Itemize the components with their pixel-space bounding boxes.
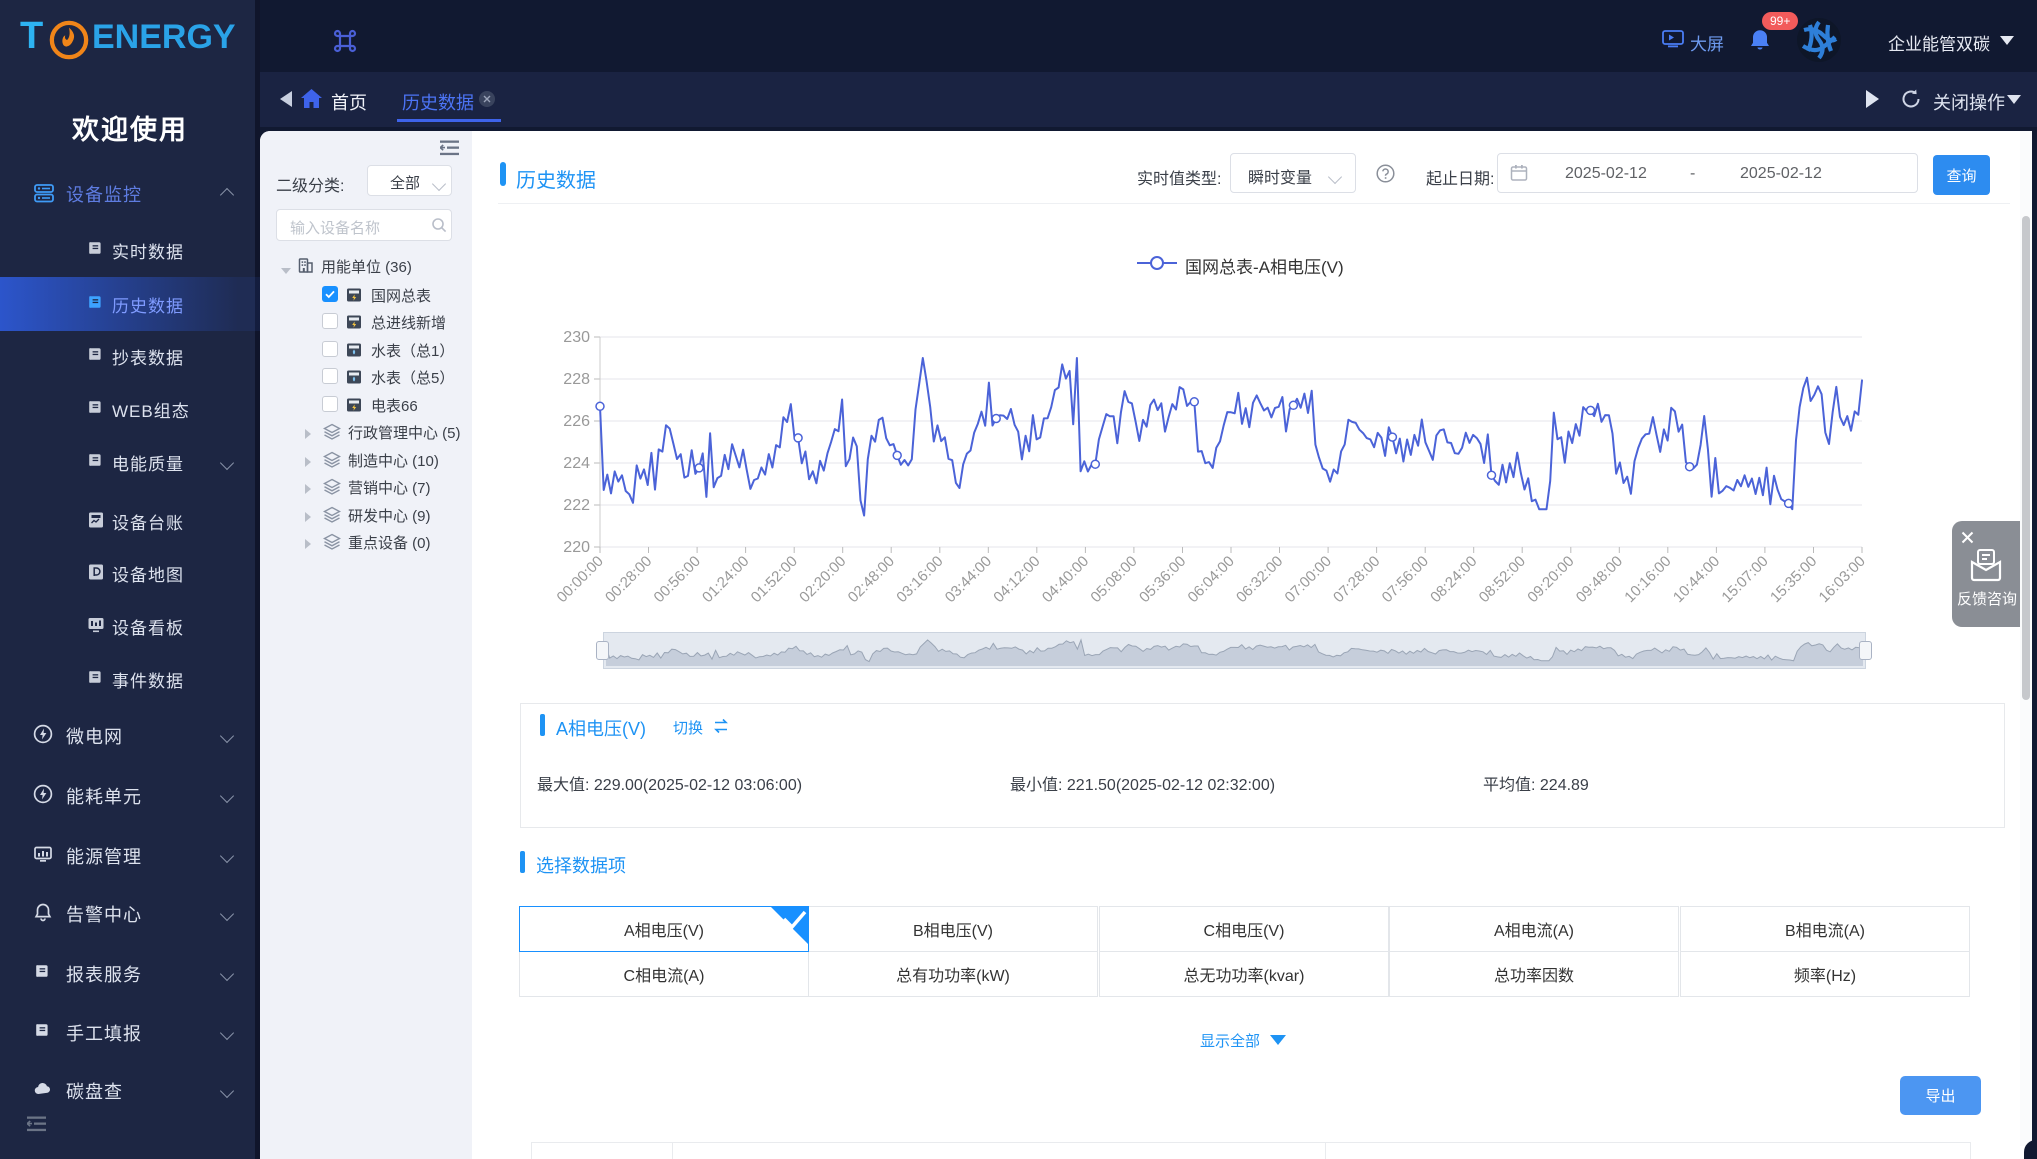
svg-text:222: 222: [563, 497, 590, 514]
svg-text:04:12:00: 04:12:00: [990, 553, 1043, 606]
svg-text:00:00:00: 00:00:00: [554, 553, 607, 606]
svg-text:05:36:00: 05:36:00: [1136, 553, 1189, 606]
svg-text:16:03:00: 16:03:00: [1816, 553, 1869, 606]
svg-text:06:32:00: 06:32:00: [1233, 553, 1286, 606]
svg-text:220: 220: [563, 539, 590, 556]
svg-text:08:52:00: 08:52:00: [1476, 553, 1529, 606]
svg-text:07:00:00: 07:00:00: [1282, 553, 1335, 606]
svg-text:05:08:00: 05:08:00: [1087, 553, 1140, 606]
svg-text:03:16:00: 03:16:00: [893, 553, 946, 606]
svg-text:15:07:00: 15:07:00: [1718, 553, 1771, 606]
svg-text:10:44:00: 10:44:00: [1670, 553, 1723, 606]
svg-text:09:48:00: 09:48:00: [1573, 553, 1626, 606]
svg-text:00:56:00: 00:56:00: [651, 553, 704, 606]
svg-text:02:48:00: 02:48:00: [845, 553, 898, 606]
svg-text:15:35:00: 15:35:00: [1767, 553, 1820, 606]
svg-text:04:40:00: 04:40:00: [1039, 553, 1092, 606]
svg-text:06:04:00: 06:04:00: [1185, 553, 1238, 606]
svg-text:02:20:00: 02:20:00: [796, 553, 849, 606]
svg-text:10:16:00: 10:16:00: [1621, 553, 1674, 606]
svg-text:230: 230: [563, 329, 590, 346]
svg-text:228: 228: [563, 371, 590, 388]
svg-text:08:24:00: 08:24:00: [1427, 553, 1480, 606]
svg-text:07:56:00: 07:56:00: [1379, 553, 1432, 606]
svg-text:224: 224: [563, 455, 590, 472]
svg-text:226: 226: [563, 413, 590, 430]
svg-text:03:44:00: 03:44:00: [942, 553, 995, 606]
svg-text:01:24:00: 01:24:00: [699, 553, 752, 606]
svg-text:09:20:00: 09:20:00: [1524, 553, 1577, 606]
svg-text:00:28:00: 00:28:00: [602, 553, 655, 606]
svg-text:07:28:00: 07:28:00: [1330, 553, 1383, 606]
svg-text:01:52:00: 01:52:00: [748, 553, 801, 606]
